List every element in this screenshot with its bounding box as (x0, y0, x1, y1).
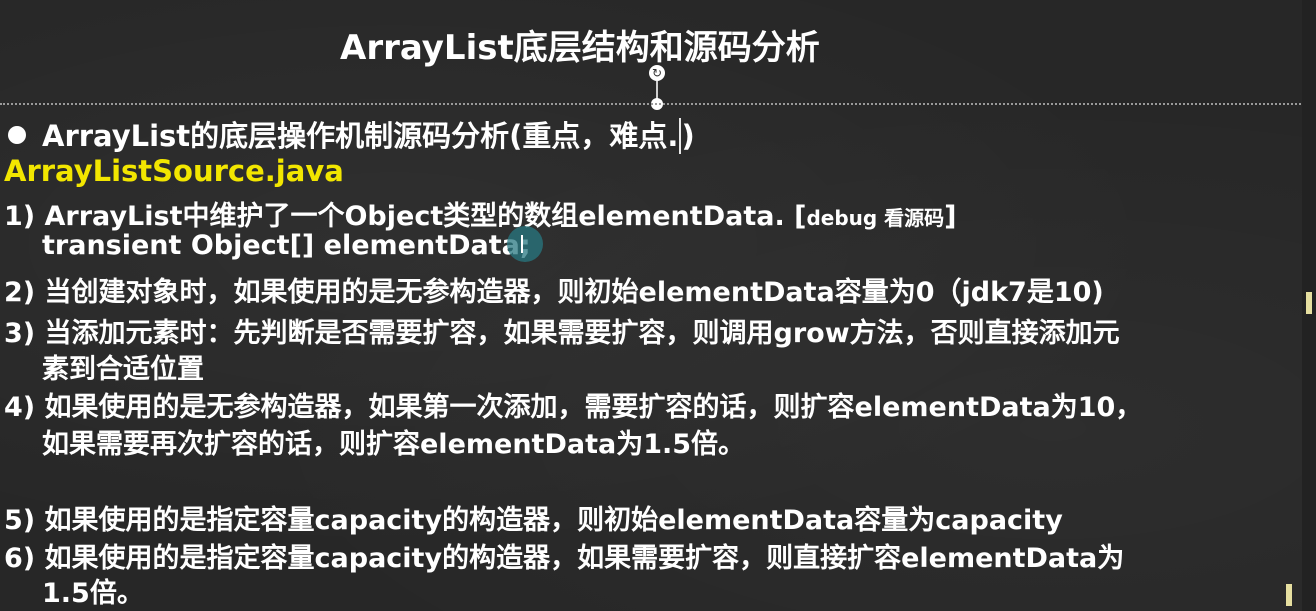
bullet-heading[interactable]: ArrayList的底层操作机制源码分析(重点，难点.) (8, 113, 695, 156)
line-6-cont: 1.5倍。 (42, 578, 144, 609)
line-1-code: transient Object[] elementData; (42, 230, 531, 261)
bullet-dot-icon (8, 126, 26, 144)
line-1: 1) ArrayList中维护了一个Object类型的数组elementData… (4, 194, 957, 233)
scroll-marker-bottom[interactable] (1286, 584, 1292, 606)
line-5: 5) 如果使用的是指定容量capacity的构造器，则初始elementData… (4, 505, 1063, 536)
line-1-note: debug 看源码 (806, 206, 945, 230)
line-3-cont: 素到合适位置 (42, 354, 204, 385)
selection-border (0, 103, 1316, 105)
line-3: 3) 当添加元素时：先判断是否需要扩容，如果需要扩容，则调用grow方法，否则直… (4, 318, 1120, 349)
bullet-heading-text: ArrayList的底层操作机制源码分析(重点，难点. (42, 119, 679, 153)
slide-title[interactable]: ArrayList底层结构和源码分析 (340, 20, 820, 69)
mouse-cursor-icon (507, 226, 543, 262)
line-2: 2) 当创建对象时，如果使用的是无参构造器，则初始elementData容量为0… (4, 277, 1104, 308)
bullet-heading-close: ) (681, 119, 695, 153)
line-6: 6) 如果使用的是指定容量capacity的构造器，如果需要扩容，则直接扩容el… (4, 543, 1125, 574)
text-caret (679, 118, 682, 154)
line-4-cont: 如果需要再次扩容的话，则扩容elementData为1.5倍。 (42, 429, 746, 460)
line-4: 4) 如果使用的是无参构造器，如果第一次添加，需要扩容的话，则扩容element… (4, 392, 1143, 423)
source-file-name: ArrayListSource.java (4, 154, 344, 188)
selection-handle-connector (656, 81, 658, 99)
rotate-icon[interactable]: ↻ (649, 65, 665, 81)
line-1-text: 1) ArrayList中维护了一个Object类型的数组elementData… (4, 201, 807, 232)
scroll-marker[interactable] (1306, 292, 1312, 314)
line-1-tail: ] (944, 201, 957, 232)
slide-canvas[interactable]: ArrayList底层结构和源码分析 ↻ ArrayList的底层操作机制源码分… (0, 0, 1316, 611)
